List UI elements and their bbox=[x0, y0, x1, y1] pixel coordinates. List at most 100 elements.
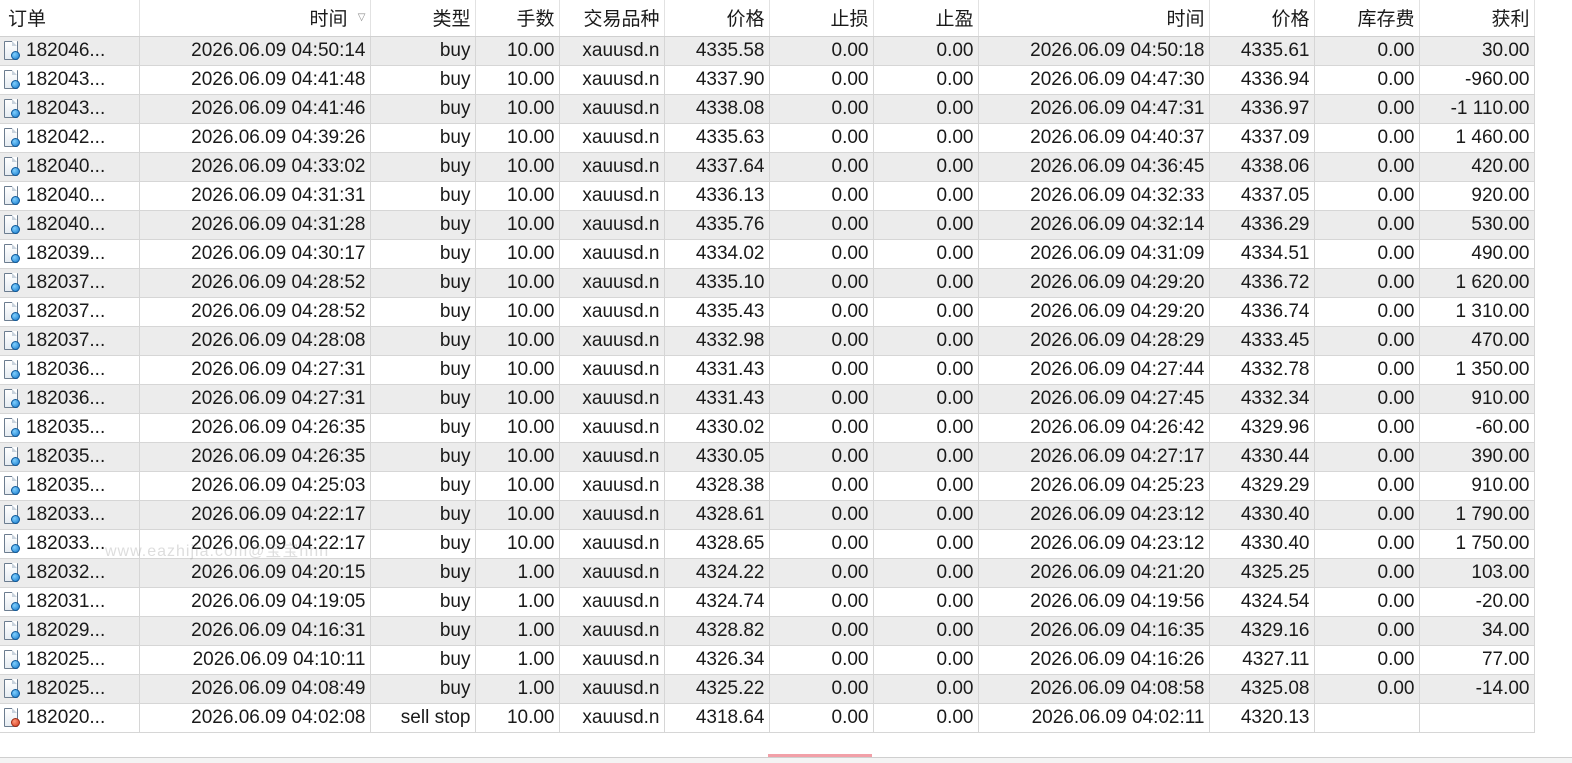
table-row[interactable]: 182040... 2026.06.09 04:31:28 buy 10.00 xauu… bbox=[0, 210, 1535, 240]
order-cell-content: 182037... bbox=[4, 301, 135, 323]
cell-volume: 10.00 bbox=[475, 152, 560, 182]
order-cell-content: 182033... bbox=[4, 533, 135, 555]
cell-profit: -20.00 bbox=[1419, 587, 1535, 617]
table-row[interactable]: 182036... 2026.06.09 04:27:31 buy 10.00 xauu… bbox=[0, 384, 1535, 414]
cell-order: 182046... bbox=[0, 36, 140, 66]
cell-take-profit: 0.00 bbox=[873, 384, 979, 414]
table-row[interactable]: 182029... 2026.06.09 04:16:31 buy 1.00 xauus… bbox=[0, 616, 1535, 646]
table-row[interactable]: 182043... 2026.06.09 04:41:46 buy 10.00 xauu… bbox=[0, 94, 1535, 124]
column-header-profit[interactable]: 获利 bbox=[1419, 0, 1535, 37]
table-row[interactable]: 182043... 2026.06.09 04:41:48 buy 10.00 xauu… bbox=[0, 65, 1535, 95]
cell-close-time: 2026.06.09 04:47:31 bbox=[978, 94, 1210, 124]
cell-order: 182033... bbox=[0, 500, 140, 530]
cell-symbol: xauusd.n bbox=[559, 471, 665, 501]
cell-open-price: 4338.08 bbox=[664, 94, 770, 124]
column-header-volume[interactable]: 手数 bbox=[475, 0, 560, 37]
table-row[interactable]: 182037... 2026.06.09 04:28:08 buy 10.00 xauu… bbox=[0, 326, 1535, 356]
column-header-swap[interactable]: 库存费 bbox=[1314, 0, 1420, 37]
cell-profit: 1 460.00 bbox=[1419, 123, 1535, 153]
table-row[interactable]: 182037... 2026.06.09 04:28:52 buy 10.00 xauu… bbox=[0, 268, 1535, 298]
cell-open-price: 4332.98 bbox=[664, 326, 770, 356]
order-number: 182025... bbox=[26, 677, 106, 699]
table-row[interactable]: 182032... 2026.06.09 04:20:15 buy 1.00 xauus… bbox=[0, 558, 1535, 588]
cell-take-profit: 0.00 bbox=[873, 210, 979, 240]
cell-symbol: xauusd.n bbox=[559, 674, 665, 704]
cell-type: buy bbox=[370, 36, 476, 66]
cell-close-price: 4324.54 bbox=[1209, 587, 1315, 617]
table-row[interactable]: 182035... 2026.06.09 04:26:35 buy 10.00 xauu… bbox=[0, 442, 1535, 472]
cell-close-time: 2026.06.09 04:02:11 bbox=[978, 703, 1210, 733]
cell-type: buy bbox=[370, 297, 476, 327]
cell-close-price: 4325.08 bbox=[1209, 674, 1315, 704]
cell-open-time: 2026.06.09 04:22:17 bbox=[139, 529, 371, 559]
order-number: 182039... bbox=[26, 242, 106, 264]
table-row[interactable]: 182036... 2026.06.09 04:27:31 buy 10.00 xauu… bbox=[0, 355, 1535, 385]
column-header-type[interactable]: 类型 bbox=[370, 0, 476, 37]
cell-take-profit: 0.00 bbox=[873, 616, 979, 646]
column-header-order[interactable]: 订单 bbox=[0, 0, 140, 37]
cell-volume: 1.00 bbox=[475, 616, 560, 646]
cell-volume: 10.00 bbox=[475, 471, 560, 501]
cell-open-price: 4335.43 bbox=[664, 297, 770, 327]
cell-profit: 390.00 bbox=[1419, 442, 1535, 472]
cell-order: 182025... bbox=[0, 674, 140, 704]
cell-symbol: xauusd.n bbox=[559, 384, 665, 414]
cell-close-price: 4330.40 bbox=[1209, 529, 1315, 559]
table-row[interactable]: 182035... 2026.06.09 04:26:35 buy 10.00 xauu… bbox=[0, 413, 1535, 443]
table-row[interactable]: 182046... 2026.06.09 04:50:14 buy 10.00 xauu… bbox=[0, 36, 1535, 66]
cell-order: 182042... bbox=[0, 123, 140, 153]
cell-close-price: 4336.74 bbox=[1209, 297, 1315, 327]
column-header-open-time[interactable]: 时间 ▽ bbox=[139, 0, 371, 37]
column-header-close-time[interactable]: 时间 bbox=[978, 0, 1210, 37]
cell-profit: 34.00 bbox=[1419, 616, 1535, 646]
table-row[interactable]: 182025... 2026.06.09 04:10:11 buy 1.00 xauus… bbox=[0, 645, 1535, 675]
table-row[interactable]: 182035... 2026.06.09 04:25:03 buy 10.00 xauu… bbox=[0, 471, 1535, 501]
column-header-stop-loss[interactable]: 止损 bbox=[769, 0, 874, 37]
table-row[interactable]: 182033... 2026.06.09 04:22:17 buy 10.00 xauu… bbox=[0, 500, 1535, 530]
cell-volume: 10.00 bbox=[475, 384, 560, 414]
cell-close-time: 2026.06.09 04:08:58 bbox=[978, 674, 1210, 704]
cell-type: buy bbox=[370, 529, 476, 559]
cell-profit: 1 310.00 bbox=[1419, 297, 1535, 327]
column-header-close-price[interactable]: 价格 bbox=[1209, 0, 1315, 37]
cell-swap: 0.00 bbox=[1314, 471, 1420, 501]
cell-open-time: 2026.06.09 04:31:28 bbox=[139, 210, 371, 240]
table-row[interactable]: 182031... 2026.06.09 04:19:05 buy 1.00 xauus… bbox=[0, 587, 1535, 617]
header-row: 订单 时间 ▽ 类型 手数 交易品种 价格 止损 止盈 时间 价格 库存费 获利 bbox=[0, 0, 1535, 37]
cell-close-price: 4335.61 bbox=[1209, 36, 1315, 66]
cell-open-price: 4335.76 bbox=[664, 210, 770, 240]
cell-take-profit: 0.00 bbox=[873, 65, 979, 95]
table-row[interactable]: 182040... 2026.06.09 04:33:02 buy 10.00 xauu… bbox=[0, 152, 1535, 182]
table-row[interactable]: 182020... 2026.06.09 04:02:08 sell stop 10.… bbox=[0, 703, 1535, 733]
cell-close-price: 4338.06 bbox=[1209, 152, 1315, 182]
cell-profit: 470.00 bbox=[1419, 326, 1535, 356]
cell-order: 182039... bbox=[0, 239, 140, 269]
table-row[interactable]: 182033... 2026.06.09 04:22:17 buy 10.00 xauu… bbox=[0, 529, 1535, 559]
order-number: 182036... bbox=[26, 387, 106, 409]
column-header-symbol[interactable]: 交易品种 bbox=[559, 0, 665, 37]
horizontal-scrollbar-track[interactable] bbox=[0, 757, 1572, 763]
cell-order: 182032... bbox=[0, 558, 140, 588]
cell-close-time: 2026.06.09 04:27:45 bbox=[978, 384, 1210, 414]
order-number: 182036... bbox=[26, 358, 106, 380]
order-cell-content: 182040... bbox=[4, 185, 135, 207]
cell-open-price: 4335.63 bbox=[664, 123, 770, 153]
cell-type: buy bbox=[370, 181, 476, 211]
table-row[interactable]: 182040... 2026.06.09 04:31:31 buy 10.00 xauu… bbox=[0, 181, 1535, 211]
cell-order: 182035... bbox=[0, 471, 140, 501]
cell-volume: 10.00 bbox=[475, 529, 560, 559]
table-row[interactable]: 182037... 2026.06.09 04:28:52 buy 10.00 xauu… bbox=[0, 297, 1535, 327]
table-row[interactable]: 182039... 2026.06.09 04:30:17 buy 10.00 xauu… bbox=[0, 239, 1535, 269]
cell-order: 182029... bbox=[0, 616, 140, 646]
cell-swap: 0.00 bbox=[1314, 674, 1420, 704]
cell-volume: 10.00 bbox=[475, 500, 560, 530]
order-document-icon bbox=[4, 417, 20, 438]
cell-open-time: 2026.06.09 04:39:26 bbox=[139, 123, 371, 153]
cell-type: sell stop bbox=[370, 703, 476, 733]
cell-take-profit: 0.00 bbox=[873, 326, 979, 356]
table-row[interactable]: 182025... 2026.06.09 04:08:49 buy 1.00 xauus… bbox=[0, 674, 1535, 704]
cell-stop-loss: 0.00 bbox=[769, 703, 874, 733]
table-row[interactable]: 182042... 2026.06.09 04:39:26 buy 10.00 xauu… bbox=[0, 123, 1535, 153]
column-header-open-price[interactable]: 价格 bbox=[664, 0, 770, 37]
column-header-take-profit[interactable]: 止盈 bbox=[873, 0, 979, 37]
